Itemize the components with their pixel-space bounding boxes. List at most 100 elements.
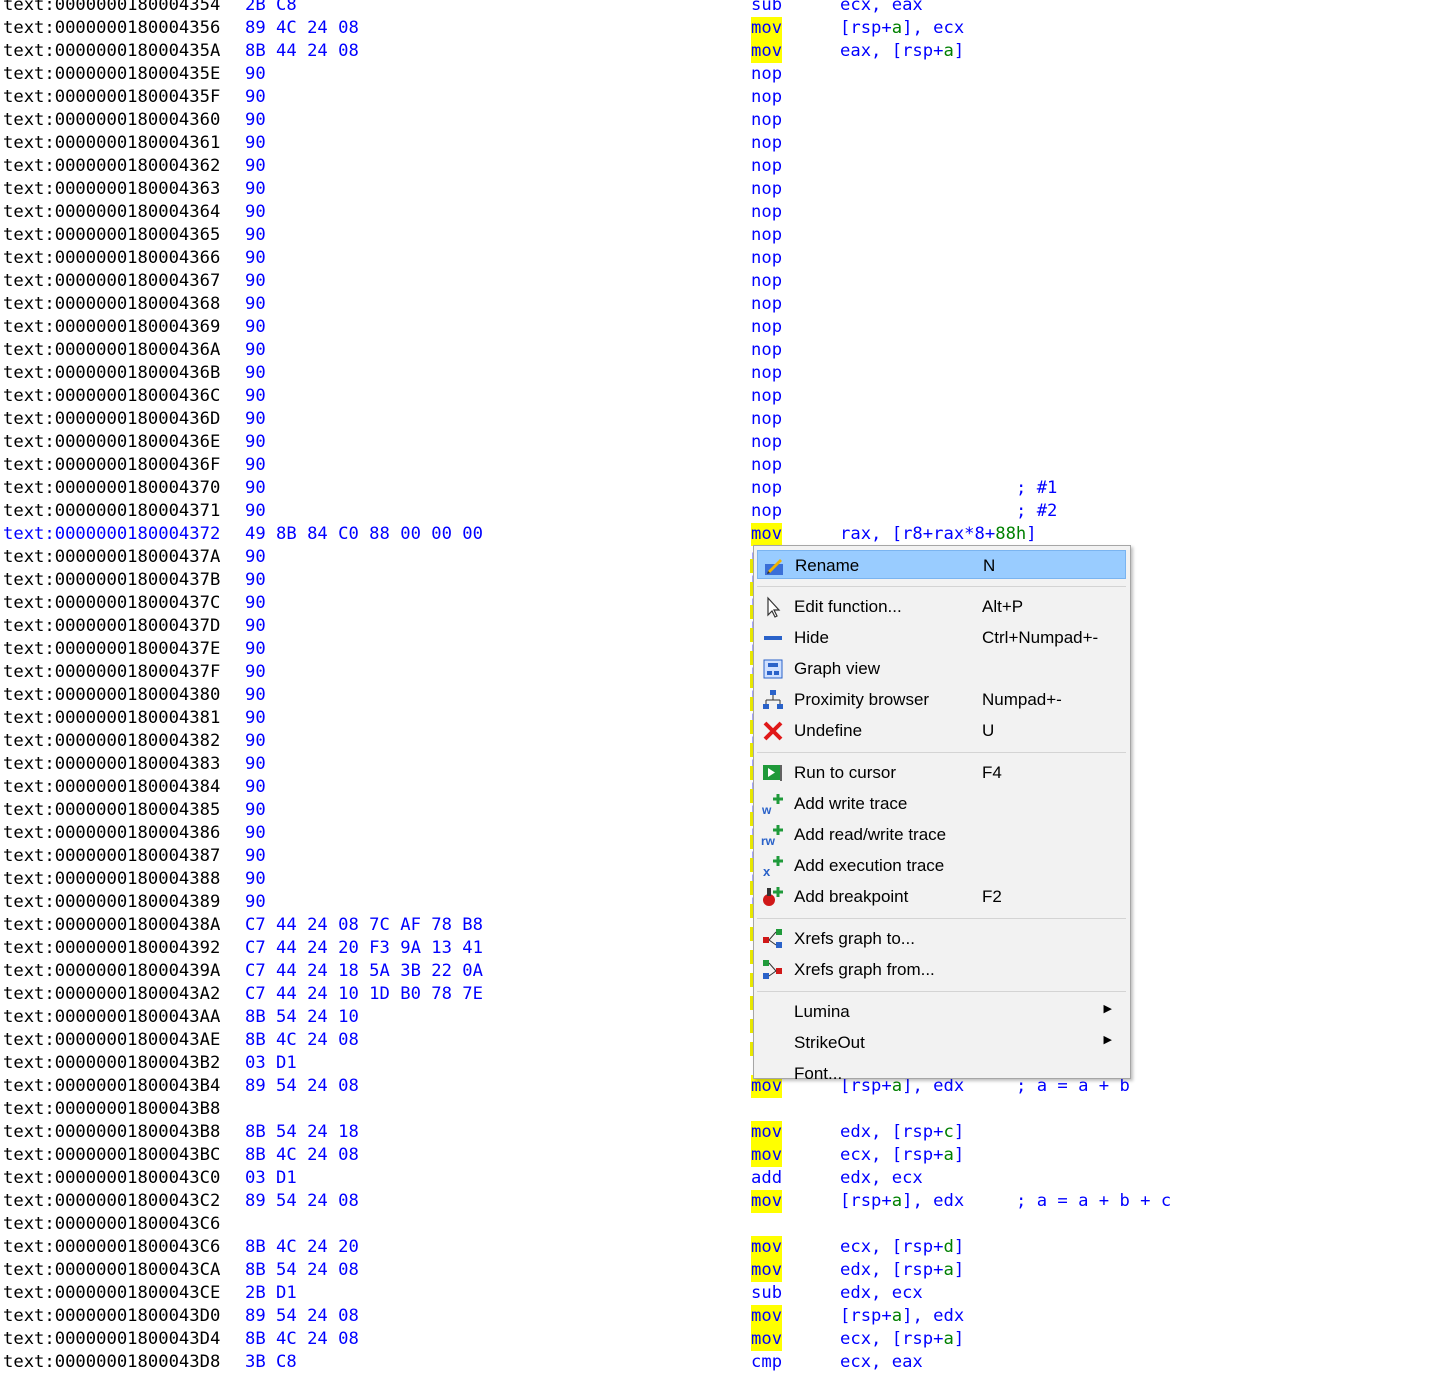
- menu-item-add-write-trace[interactable]: w Add write trace: [757, 789, 1126, 818]
- mnemonic[interactable]: nop: [751, 454, 782, 477]
- menu-item-proximity-browser[interactable]: Proximity browser Numpad+-: [757, 685, 1126, 714]
- address[interactable]: text:000000018000435A: [3, 40, 220, 63]
- address[interactable]: text:00000001800043AE: [3, 1029, 220, 1052]
- mnemonic[interactable]: mov: [751, 1121, 783, 1144]
- stack-variable[interactable]: a: [892, 18, 902, 38]
- menu-item-edit-function[interactable]: Edit function... Alt+P: [757, 592, 1126, 621]
- listing-row[interactable]: text:0000000180004367 90 nop: [0, 270, 1453, 293]
- address[interactable]: text:000000018000436B: [3, 362, 220, 385]
- listing-row[interactable]: text:000000018000436B 90 nop: [0, 362, 1453, 385]
- listing-row[interactable]: text:00000001800043CA 8B 54 24 08 mov edx, …: [0, 1259, 1453, 1282]
- address[interactable]: text:00000001800043C2: [3, 1190, 220, 1213]
- listing-row[interactable]: text:0000000180004362 90 nop: [0, 155, 1453, 178]
- address[interactable]: text:0000000180004387: [3, 845, 220, 868]
- address[interactable]: text:0000000180004354: [3, 0, 220, 17]
- listing-row[interactable]: text:00000001800043B4 89 54 24 08 mov [rsp+…: [0, 1075, 1453, 1098]
- mnemonic[interactable]: mov: [751, 1236, 783, 1259]
- listing-row[interactable]: text:00000001800043AA 8B 54 24 10: [0, 1006, 1453, 1029]
- listing-row[interactable]: text:0000000180004369 90 nop: [0, 316, 1453, 339]
- listing-row[interactable]: text:0000000180004371 90 nop ; #2: [0, 500, 1453, 523]
- stack-variable[interactable]: d: [943, 1237, 953, 1257]
- listing-row[interactable]: text:0000000180004354 2B C8 sub ecx, eax: [0, 0, 1453, 17]
- listing-row[interactable]: text:000000018000438190nop: [0, 707, 1453, 730]
- address[interactable]: text:00000001800043BC: [3, 1144, 220, 1167]
- listing-row[interactable]: text:000000018000435E 90 nop: [0, 63, 1453, 86]
- mnemonic[interactable]: mov: [751, 1305, 783, 1328]
- listing-row[interactable]: text:00000001800043D4 8B 4C 24 08 mov ecx, …: [0, 1328, 1453, 1351]
- listing-row[interactable]: text:000000018000437A90nop: [0, 546, 1453, 569]
- listing-row[interactable]: text:00000001800043A2 C7 44 24 10 1D B0 7…: [0, 983, 1453, 1006]
- address[interactable]: text:000000018000437D: [3, 615, 220, 638]
- listing-row[interactable]: text:0000000180004372 49 8B 84 C0 88 00 0…: [0, 523, 1453, 546]
- address[interactable]: text:0000000180004368: [3, 293, 220, 316]
- operands[interactable]: [rsp+a], edx: [840, 1190, 964, 1213]
- address[interactable]: text:0000000180004367: [3, 270, 220, 293]
- operands[interactable]: edx, [rsp+c]: [840, 1121, 964, 1144]
- mnemonic[interactable]: sub: [751, 1282, 782, 1305]
- operands[interactable]: ecx, [rsp+d]: [840, 1236, 964, 1259]
- address[interactable]: text:0000000180004389: [3, 891, 220, 914]
- operands[interactable]: ecx, [rsp+a]: [840, 1144, 964, 1167]
- address[interactable]: text:000000018000436D: [3, 408, 220, 431]
- address[interactable]: text:00000001800043B8: [3, 1098, 220, 1121]
- listing-row[interactable]: text:0000000180004363 90 nop: [0, 178, 1453, 201]
- listing-row[interactable]: text:000000018000438590nop: [0, 799, 1453, 822]
- mnemonic[interactable]: nop: [751, 109, 782, 132]
- listing-row[interactable]: text:00000001800043D0 89 54 24 08 mov [rsp+…: [0, 1305, 1453, 1328]
- address[interactable]: text:0000000180004388: [3, 868, 220, 891]
- operands[interactable]: ecx, eax: [840, 0, 923, 17]
- mnemonic[interactable]: nop: [751, 132, 782, 155]
- mnemonic[interactable]: cmp: [751, 1351, 782, 1374]
- listing-row[interactable]: text:000000018000438490nop: [0, 776, 1453, 799]
- stack-variable[interactable]: a: [943, 1329, 953, 1349]
- address[interactable]: text:0000000180004362: [3, 155, 220, 178]
- listing-row[interactable]: text:000000018000437E90nop: [0, 638, 1453, 661]
- stack-variable[interactable]: a: [943, 1260, 953, 1280]
- address[interactable]: text:00000001800043D8: [3, 1351, 220, 1374]
- address[interactable]: text:0000000180004392: [3, 937, 220, 960]
- listing-row[interactable]: text:000000018000436C 90 nop: [0, 385, 1453, 408]
- listing-row[interactable]: text:000000018000438690nop: [0, 822, 1453, 845]
- listing-row[interactable]: text:00000001800043C2 89 54 24 08 mov [rsp+…: [0, 1190, 1453, 1213]
- operands[interactable]: edx, [rsp+a]: [840, 1259, 964, 1282]
- operands[interactable]: eax, [rsp+a]: [840, 40, 964, 63]
- listing-row[interactable]: text:0000000180004366 90 nop: [0, 247, 1453, 270]
- operands[interactable]: [rsp+a], edx: [840, 1305, 964, 1328]
- mnemonic[interactable]: add: [751, 1167, 782, 1190]
- address[interactable]: text:00000001800043B8: [3, 1121, 220, 1144]
- mnemonic[interactable]: nop: [751, 408, 782, 431]
- address[interactable]: text:0000000180004365: [3, 224, 220, 247]
- listing-row[interactable]: text:000000018000437C90nop: [0, 592, 1453, 615]
- listing-row[interactable]: text:000000018000436A 90 nop: [0, 339, 1453, 362]
- menu-item-font[interactable]: Font...: [757, 1059, 1126, 1088]
- mnemonic[interactable]: mov: [751, 40, 783, 63]
- listing-row[interactable]: text:00000001800043C6 8B 4C 24 20 mov ecx, …: [0, 1236, 1453, 1259]
- menu-item-strikeout[interactable]: StrikeOut ▶: [757, 1028, 1126, 1057]
- menu-item-undefine[interactable]: Undefine U: [757, 716, 1126, 745]
- address[interactable]: text:00000001800043B2: [3, 1052, 220, 1075]
- listing-row[interactable]: text:00000001800043B8: [0, 1098, 1453, 1121]
- mnemonic[interactable]: nop: [751, 431, 782, 454]
- menu-item-add-read-write-trace[interactable]: rw Add read/write trace: [757, 820, 1126, 849]
- stack-variable[interactable]: a: [892, 1306, 902, 1326]
- menu-item-xrefs-graph-to[interactable]: Xrefs graph to...: [757, 924, 1126, 953]
- listing-row[interactable]: text:000000018000437F90nop: [0, 661, 1453, 684]
- address[interactable]: text:000000018000437A: [3, 546, 220, 569]
- address[interactable]: text:0000000180004370: [3, 477, 220, 500]
- listing-row[interactable]: text:0000000180004361 90 nop: [0, 132, 1453, 155]
- listing-row[interactable]: text:0000000180004392 C7 44 24 20 F3 9A 1…: [0, 937, 1453, 960]
- listing-row[interactable]: text:000000018000438990nop: [0, 891, 1453, 914]
- menu-item-add-execution-trace[interactable]: x Add execution trace: [757, 851, 1126, 880]
- listing-row[interactable]: text:00000001800043B8 8B 54 24 18 mov edx, …: [0, 1121, 1453, 1144]
- mnemonic[interactable]: nop: [751, 316, 782, 339]
- mnemonic[interactable]: nop: [751, 178, 782, 201]
- address[interactable]: text:00000001800043CA: [3, 1259, 220, 1282]
- menu-item-add-breakpoint[interactable]: Add breakpoint F2: [757, 882, 1126, 911]
- listing-row[interactable]: text:0000000180004356 89 4C 24 08 mov [rsp+…: [0, 17, 1453, 40]
- address[interactable]: text:000000018000437C: [3, 592, 220, 615]
- listing-row[interactable]: text:00000001800043AE 8B 4C 24 08: [0, 1029, 1453, 1052]
- address[interactable]: text:0000000180004369: [3, 316, 220, 339]
- mnemonic[interactable]: nop: [751, 477, 782, 500]
- listing-row[interactable]: text:00000001800043D8 3B C8 cmp ecx, eax: [0, 1351, 1453, 1374]
- address[interactable]: text:00000001800043A2: [3, 983, 220, 1006]
